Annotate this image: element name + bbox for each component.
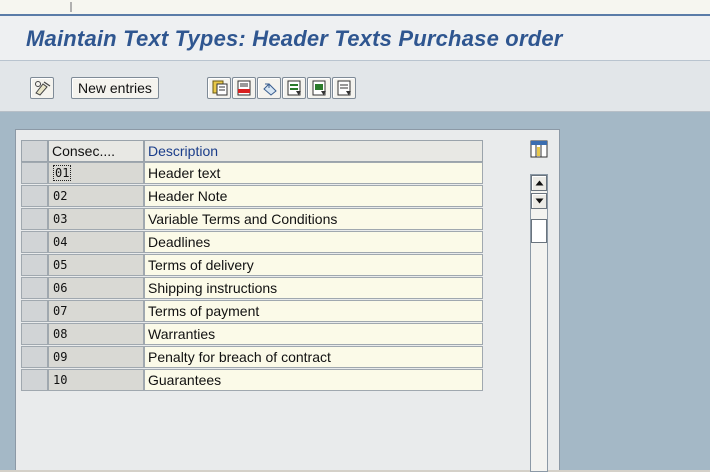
- copy-button[interactable]: [207, 77, 231, 99]
- select-block-button[interactable]: [307, 77, 331, 99]
- description-cell[interactable]: Header text: [144, 162, 483, 184]
- deselect-all-icon: [337, 80, 351, 96]
- copy-icon: [212, 80, 228, 96]
- key-cell[interactable]: 10: [48, 369, 144, 391]
- description-cell[interactable]: Header Note: [144, 185, 483, 207]
- row-selector[interactable]: [21, 162, 48, 184]
- select-all-icon: [287, 80, 301, 96]
- key-cell[interactable]: 06: [48, 277, 144, 299]
- arrow-up-icon: [535, 180, 544, 186]
- select-block-icon: [312, 80, 326, 96]
- table-row[interactable]: 10 Guarantees: [21, 369, 483, 391]
- page-title: Maintain Text Types: Header Texts Purcha…: [26, 26, 563, 51]
- row-selector[interactable]: [21, 277, 48, 299]
- window-top-frame: [0, 0, 710, 16]
- select-all-rows-cell[interactable]: [21, 140, 48, 162]
- description-cell[interactable]: Deadlines: [144, 231, 483, 253]
- table-row[interactable]: 05 Terms of delivery: [21, 254, 483, 276]
- key-cell[interactable]: 01: [48, 162, 144, 184]
- application-toolbar: New entries: [0, 61, 710, 112]
- row-selector[interactable]: [21, 231, 48, 253]
- vertical-scrollbar[interactable]: [530, 174, 548, 472]
- key-cell[interactable]: 08: [48, 323, 144, 345]
- row-selector[interactable]: [21, 369, 48, 391]
- arrow-down-icon: [535, 198, 544, 204]
- column-header-consecutive[interactable]: Consec....: [48, 140, 144, 162]
- table-row[interactable]: 06 Shipping instructions: [21, 277, 483, 299]
- row-selector[interactable]: [21, 300, 48, 322]
- description-cell[interactable]: Penalty for breach of contract: [144, 346, 483, 368]
- description-cell[interactable]: Terms of payment: [144, 300, 483, 322]
- change-display-icon: [35, 81, 51, 96]
- row-selector[interactable]: [21, 185, 48, 207]
- key-cell[interactable]: 02: [48, 185, 144, 207]
- key-cell[interactable]: 05: [48, 254, 144, 276]
- row-selector[interactable]: [21, 323, 48, 345]
- table-row[interactable]: 08 Warranties: [21, 323, 483, 345]
- select-all-button[interactable]: [282, 77, 306, 99]
- description-cell[interactable]: Shipping instructions: [144, 277, 483, 299]
- description-cell[interactable]: Terms of delivery: [144, 254, 483, 276]
- scroll-up-button[interactable]: [531, 175, 547, 191]
- table-row[interactable]: 09 Penalty for breach of contract: [21, 346, 483, 368]
- table-row[interactable]: 02 Header Note: [21, 185, 483, 207]
- frame-divider: [70, 2, 72, 12]
- table-row[interactable]: 03 Variable Terms and Conditions: [21, 208, 483, 230]
- column-header-description[interactable]: Description: [144, 140, 483, 162]
- undo-change-button[interactable]: [257, 77, 281, 99]
- scrollbar-thumb[interactable]: [531, 219, 547, 243]
- key-cell[interactable]: 03: [48, 208, 144, 230]
- row-selector[interactable]: [21, 208, 48, 230]
- delete-button[interactable]: [232, 77, 256, 99]
- scroll-down-button[interactable]: [531, 193, 547, 209]
- table-settings-icon[interactable]: [530, 140, 548, 158]
- description-cell[interactable]: Guarantees: [144, 369, 483, 391]
- table-control: Consec.... Description 01 Header text 02…: [15, 129, 560, 472]
- key-value: 01: [53, 165, 72, 181]
- new-entries-button[interactable]: New entries: [71, 77, 159, 99]
- key-cell[interactable]: 09: [48, 346, 144, 368]
- delete-icon: [237, 80, 251, 96]
- undo-icon: [263, 83, 277, 96]
- change-display-button[interactable]: [30, 77, 54, 99]
- description-cell[interactable]: Variable Terms and Conditions: [144, 208, 483, 230]
- key-cell[interactable]: 07: [48, 300, 144, 322]
- description-cell[interactable]: Warranties: [144, 323, 483, 345]
- table-row[interactable]: 01 Header text: [21, 162, 483, 184]
- row-selector[interactable]: [21, 346, 48, 368]
- table-row[interactable]: 04 Deadlines: [21, 231, 483, 253]
- content-area: Consec.... Description 01 Header text 02…: [0, 112, 710, 472]
- key-cell[interactable]: 04: [48, 231, 144, 253]
- title-bar: Maintain Text Types: Header Texts Purcha…: [0, 16, 710, 61]
- table-row[interactable]: 07 Terms of payment: [21, 300, 483, 322]
- deselect-all-button[interactable]: [332, 77, 356, 99]
- row-selector[interactable]: [21, 254, 48, 276]
